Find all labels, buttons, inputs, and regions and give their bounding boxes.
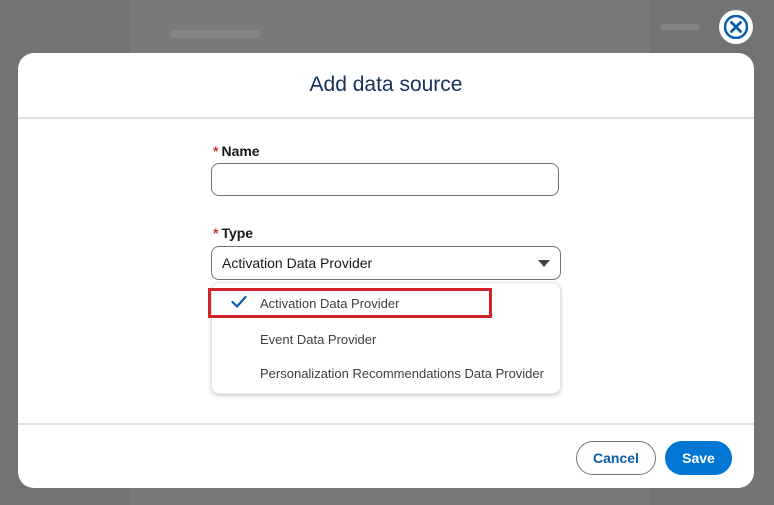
required-marker: * [213,225,219,241]
cancel-button[interactable]: Cancel [576,441,656,475]
close-button[interactable] [719,10,753,44]
required-marker: * [213,143,219,159]
name-label: * Name [213,143,260,159]
background-placeholder [170,30,260,38]
option-label: Event Data Provider [260,331,377,347]
type-label-text: Type [221,225,254,241]
type-option-personalization[interactable]: Personalization Recommendations Data Pro… [212,356,560,390]
chevron-down-icon [538,259,550,267]
modal-footer: Cancel Save [18,423,754,488]
type-label: * Type [213,225,253,241]
option-label: Activation Data Provider [260,295,400,311]
name-label-text: Name [221,143,260,159]
background-placeholder [660,24,700,30]
type-option-activation[interactable]: Activation Data Provider [212,286,560,320]
check-icon [231,295,247,308]
type-select[interactable]: Activation Data Provider [211,246,561,280]
type-dropdown-listbox: Activation Data Provider Event Data Prov… [211,282,561,394]
type-select-value: Activation Data Provider [222,255,373,271]
add-data-source-modal: Add data source * Name * Type Activation D… [18,53,754,488]
type-option-event[interactable]: Event Data Provider [212,322,560,356]
modal-title: Add data source [309,73,463,96]
save-button[interactable]: Save [665,441,732,475]
name-input[interactable] [211,163,559,196]
close-icon [724,15,748,39]
option-label: Personalization Recommendations Data Pro… [260,365,544,381]
modal-header: Add data source [18,53,754,119]
